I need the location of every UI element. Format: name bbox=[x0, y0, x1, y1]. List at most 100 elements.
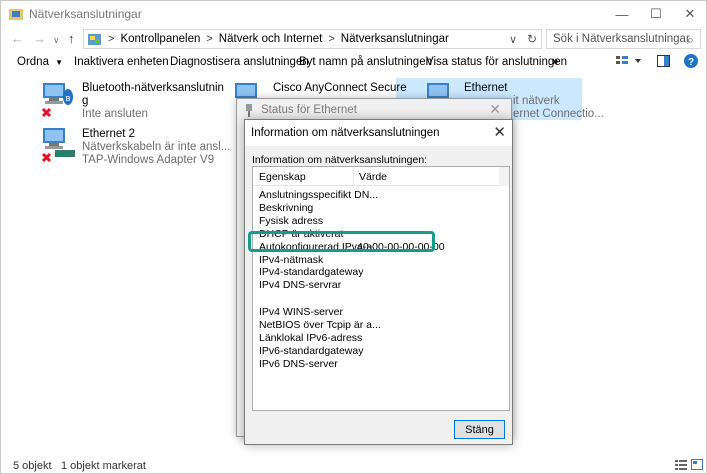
list-scrollbar-corner bbox=[499, 167, 509, 186]
network-connections-window: Nätverksanslutningar — ☐ ✕ ← → ∨ ↑ > Kon… bbox=[0, 0, 707, 474]
svg-text:ʙ: ʙ bbox=[66, 93, 71, 103]
address-dropdown-icon[interactable]: ∨ bbox=[509, 33, 517, 46]
column-divider[interactable] bbox=[353, 167, 354, 186]
forward-arrow-icon[interactable]: → bbox=[33, 31, 46, 46]
command-bar: Ordna ▼ Inaktivera enheten Diagnostisera… bbox=[1, 51, 706, 73]
annotation-highlight-box bbox=[248, 231, 435, 252]
organize-label: Ordna bbox=[17, 56, 49, 68]
tiles-view-icon[interactable] bbox=[691, 459, 703, 470]
close-window-button[interactable]: ✕ bbox=[673, 1, 707, 27]
table-row[interactable]: NetBIOS över Tcpip är a... bbox=[253, 319, 509, 331]
chevron-down-icon: ▼ bbox=[55, 58, 64, 67]
diagnose-button[interactable]: Diagnostisera anslutningen bbox=[170, 56, 309, 68]
connection-details-dialog: Information om nätverksanslutningen ✕ In… bbox=[244, 119, 513, 445]
ethernet-adapter-icon bbox=[41, 128, 75, 163]
table-row[interactable]: IPv4-nätmask bbox=[253, 254, 509, 266]
table-row[interactable]: Anslutningsspecifikt DN... bbox=[253, 189, 509, 201]
address-bar[interactable]: > Kontrollpanelen > Nätverk och Internet… bbox=[83, 29, 542, 49]
details-dialog-titlebar: Information om nätverksanslutningen ✕ bbox=[245, 120, 512, 146]
title-bar: Nätverksanslutningar — ☐ ✕ bbox=[1, 1, 706, 27]
details-list-label: Information om nätverksanslutningen: bbox=[252, 154, 428, 166]
table-row[interactable]: Länklokal IPv6-adress bbox=[253, 332, 509, 344]
breadcrumb-separator: > bbox=[108, 33, 115, 45]
row-property: Beskrivning bbox=[259, 201, 314, 214]
view-status-button[interactable]: Visa status för anslutningen bbox=[426, 56, 567, 68]
column-value[interactable]: Värde bbox=[359, 171, 387, 183]
breadcrumb-network-internet[interactable]: Nätverk och Internet bbox=[219, 33, 323, 45]
svg-text:?: ? bbox=[688, 57, 694, 68]
minimize-button[interactable]: — bbox=[605, 1, 639, 27]
connection-name: Cisco AnyConnect Secure bbox=[273, 82, 407, 94]
connection-ethernet-2[interactable]: Ethernet 2 Nätverkskabeln är inte ansl..… bbox=[82, 128, 230, 167]
status-dialog-title: Status för Ethernet bbox=[261, 104, 357, 116]
close-button[interactable]: Stäng bbox=[454, 420, 505, 439]
connection-cisco[interactable]: Cisco AnyConnect Secure bbox=[273, 82, 407, 95]
up-arrow-icon[interactable]: ↑ bbox=[68, 31, 75, 46]
maximize-button[interactable]: ☐ bbox=[639, 1, 673, 27]
preview-pane-icon[interactable] bbox=[657, 55, 670, 70]
breadcrumb-control-panel[interactable]: Kontrollpanelen bbox=[120, 33, 200, 45]
table-row[interactable]: IPv4-standardgateway bbox=[253, 266, 509, 278]
item-count: 5 objekt bbox=[13, 460, 52, 472]
search-input[interactable]: Sök i Nätverksanslutningar ⌕ bbox=[546, 29, 701, 49]
row-property: IPv6 DNS-server bbox=[259, 357, 338, 370]
breadcrumb-network-connections[interactable]: Nätverksanslutningar bbox=[341, 33, 449, 45]
row-property: Länklokal IPv6-adress bbox=[259, 331, 363, 344]
row-property: IPv4 WINS-server bbox=[259, 306, 344, 319]
connection-name: Bluetooth-nätverksanslutnin bbox=[82, 82, 224, 94]
table-row[interactable]: IPv6 DNS-server bbox=[253, 358, 509, 370]
window-title: Nätverksanslutningar bbox=[29, 7, 142, 21]
connection-name: Ethernet 2 bbox=[82, 128, 136, 140]
address-row: ← → ∨ ↑ > Kontrollpanelen > Nätverk och … bbox=[1, 27, 706, 51]
connection-status: it nätverk bbox=[513, 95, 560, 107]
details-list-header: Egenskap Värde bbox=[253, 167, 509, 186]
control-panel-icon bbox=[88, 33, 101, 45]
selected-count: 1 objekt markerat bbox=[61, 460, 146, 472]
row-property: IPv4-standardgateway bbox=[259, 266, 364, 279]
network-cable-icon bbox=[246, 104, 252, 117]
row-property: NetBIOS över Tcpip är a... bbox=[259, 319, 381, 331]
refresh-icon[interactable]: ↻ bbox=[527, 32, 537, 46]
rename-button[interactable]: Byt namn på anslutningen bbox=[299, 56, 432, 68]
details-list[interactable]: Egenskap Värde Anslutningsspecifikt DN..… bbox=[252, 166, 510, 411]
status-bar: 5 objekt 1 objekt markerat bbox=[1, 456, 706, 474]
recent-dropdown-icon[interactable]: ∨ bbox=[53, 35, 60, 46]
connection-adapter: TAP-Windows Adapter V9 bbox=[82, 154, 215, 166]
connection-bluetooth[interactable]: Bluetooth-nätverksanslutnin g Inte anslu… bbox=[82, 82, 224, 121]
help-icon[interactable]: ? bbox=[684, 54, 698, 71]
more-commands-button[interactable]: » bbox=[552, 56, 558, 68]
connection-status: Inte ansluten bbox=[82, 108, 148, 120]
table-row[interactable] bbox=[253, 292, 509, 304]
table-row[interactable]: Fysisk adress bbox=[253, 215, 509, 227]
connection-name-wrap: g bbox=[82, 95, 89, 107]
row-property: Fysisk adress bbox=[259, 214, 324, 227]
row-property: Anslutningsspecifikt DN... bbox=[259, 189, 379, 201]
connection-ethernet[interactable]: Ethernet bbox=[464, 82, 507, 95]
breadcrumb-separator: > bbox=[206, 33, 213, 45]
connection-ethernet-details: it nätverk ernet Connectio... bbox=[513, 95, 604, 121]
table-row[interactable]: IPv4 WINS-server bbox=[253, 306, 509, 318]
breadcrumb-separator: > bbox=[328, 33, 335, 45]
row-property: IPv4-nätmask bbox=[259, 253, 324, 266]
disable-device-button[interactable]: Inaktivera enheten bbox=[74, 56, 169, 68]
network-folder-icon bbox=[9, 9, 23, 20]
organize-button[interactable]: Ordna ▼ bbox=[17, 56, 63, 68]
column-property[interactable]: Egenskap bbox=[259, 171, 306, 183]
details-view-icon[interactable] bbox=[675, 460, 687, 470]
connection-name: Ethernet bbox=[464, 82, 508, 94]
table-row[interactable]: Beskrivning bbox=[253, 202, 509, 214]
search-icon[interactable]: ⌕ bbox=[687, 32, 694, 48]
back-arrow-icon[interactable]: ← bbox=[11, 31, 24, 46]
details-dialog-close-icon[interactable]: ✕ bbox=[493, 123, 506, 141]
status-dialog-close-icon[interactable]: ✕ bbox=[489, 101, 501, 118]
connection-adapter: ernet Connectio... bbox=[513, 108, 604, 120]
search-placeholder: Sök i Nätverksanslutningar bbox=[553, 33, 690, 45]
row-property: IPv6-standardgateway bbox=[259, 344, 364, 357]
table-row[interactable]: IPv6-standardgateway bbox=[253, 345, 509, 357]
row-property: IPv4 DNS-servrar bbox=[259, 279, 342, 292]
view-options-icon[interactable] bbox=[616, 55, 642, 70]
table-row[interactable]: IPv4 DNS-servrar bbox=[253, 279, 509, 291]
details-dialog-title: Information om nätverksanslutningen bbox=[251, 127, 440, 139]
connection-status: Nätverkskabeln är inte ansl... bbox=[82, 141, 231, 153]
bluetooth-network-icon: ʙ bbox=[41, 83, 73, 118]
